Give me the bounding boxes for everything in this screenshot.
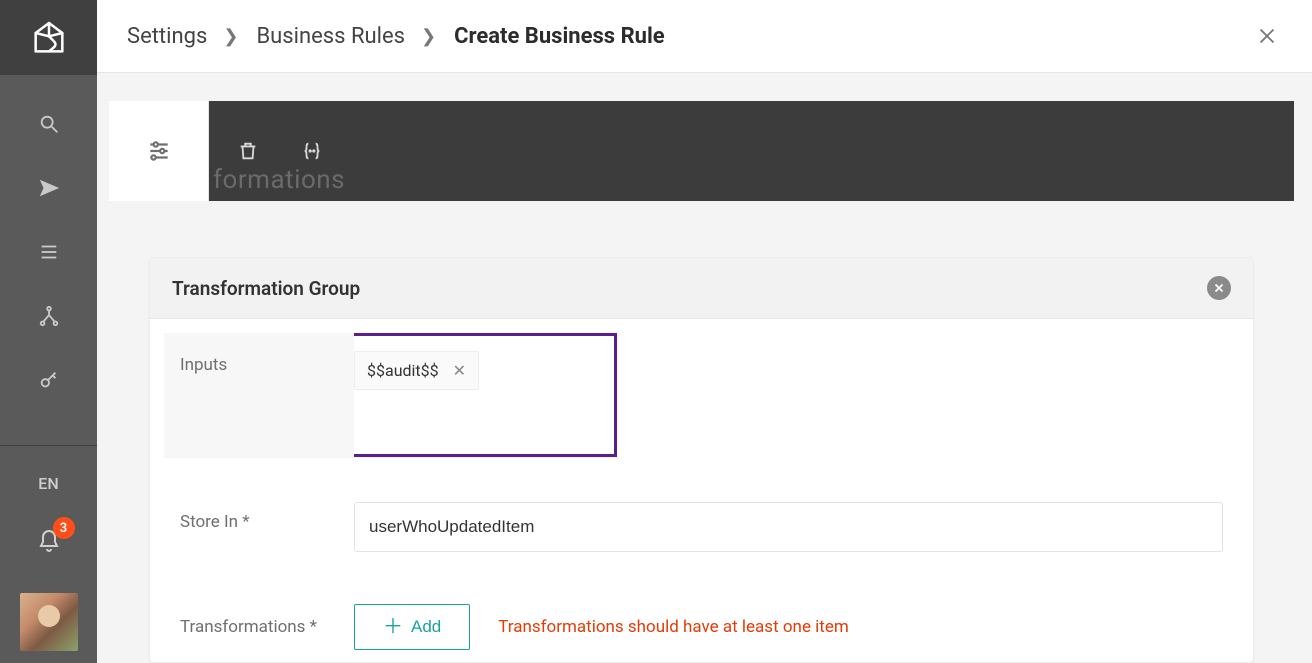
chevron-right-icon: ❯: [223, 26, 238, 47]
store-in-label: Store In *: [164, 490, 354, 564]
chip-remove-icon[interactable]: ✕: [453, 361, 466, 380]
breadcrumb: Settings ❯ Business Rules ❯ Create Busin…: [127, 24, 665, 49]
inputs-row: Inputs $$audit$$ ✕: [164, 333, 617, 458]
breadcrumb-current: Create Business Rule: [454, 24, 665, 49]
input-chip: $$audit$$ ✕: [354, 351, 479, 390]
main-area: Settings ❯ Business Rules ❯ Create Busin…: [97, 0, 1312, 663]
add-transformation-button[interactable]: ＋ Add: [354, 604, 470, 650]
key-icon[interactable]: [36, 367, 62, 393]
notification-badge: 3: [53, 517, 75, 539]
send-icon[interactable]: [36, 175, 62, 201]
left-sidebar: EN 3: [0, 0, 97, 663]
topbar: Settings ❯ Business Rules ❯ Create Busin…: [97, 0, 1312, 73]
delete-icon[interactable]: [237, 140, 259, 162]
settings-tab[interactable]: [109, 101, 209, 201]
menu-icon[interactable]: [36, 239, 62, 265]
card-header: Transformation Group: [150, 258, 1253, 319]
language-label[interactable]: EN: [38, 446, 58, 493]
content: formations Transformation Group: [97, 73, 1312, 663]
breadcrumb-business-rules[interactable]: Business Rules ❯: [256, 24, 436, 49]
action-bar: formations: [209, 101, 1294, 201]
card-title: Transformation Group: [172, 277, 360, 300]
breadcrumb-settings[interactable]: Settings ❯: [127, 24, 238, 49]
store-in-input[interactable]: [354, 502, 1223, 552]
avatar[interactable]: [20, 593, 78, 651]
transformation-group-card: Transformation Group Inputs $$audit$$ ✕: [149, 257, 1254, 663]
app-logo[interactable]: [0, 0, 97, 75]
branch-icon[interactable]: [36, 303, 62, 329]
chip-text: $$audit$$: [367, 361, 439, 380]
chevron-right-icon: ❯: [421, 26, 436, 47]
inputs-label: Inputs: [164, 333, 354, 457]
json-icon[interactable]: [301, 140, 323, 162]
close-button[interactable]: [1252, 21, 1282, 51]
inputs-chip-area[interactable]: $$audit$$ ✕: [354, 345, 601, 445]
transformations-error: Transformations should have at least one…: [498, 617, 849, 637]
card-close-icon[interactable]: [1207, 276, 1231, 300]
toolbar-row: formations: [109, 101, 1294, 201]
search-icon[interactable]: [36, 111, 62, 137]
ghost-label: formations: [213, 165, 345, 195]
notifications-button[interactable]: 3: [37, 529, 61, 557]
transformations-label: Transformations *: [164, 595, 354, 659]
